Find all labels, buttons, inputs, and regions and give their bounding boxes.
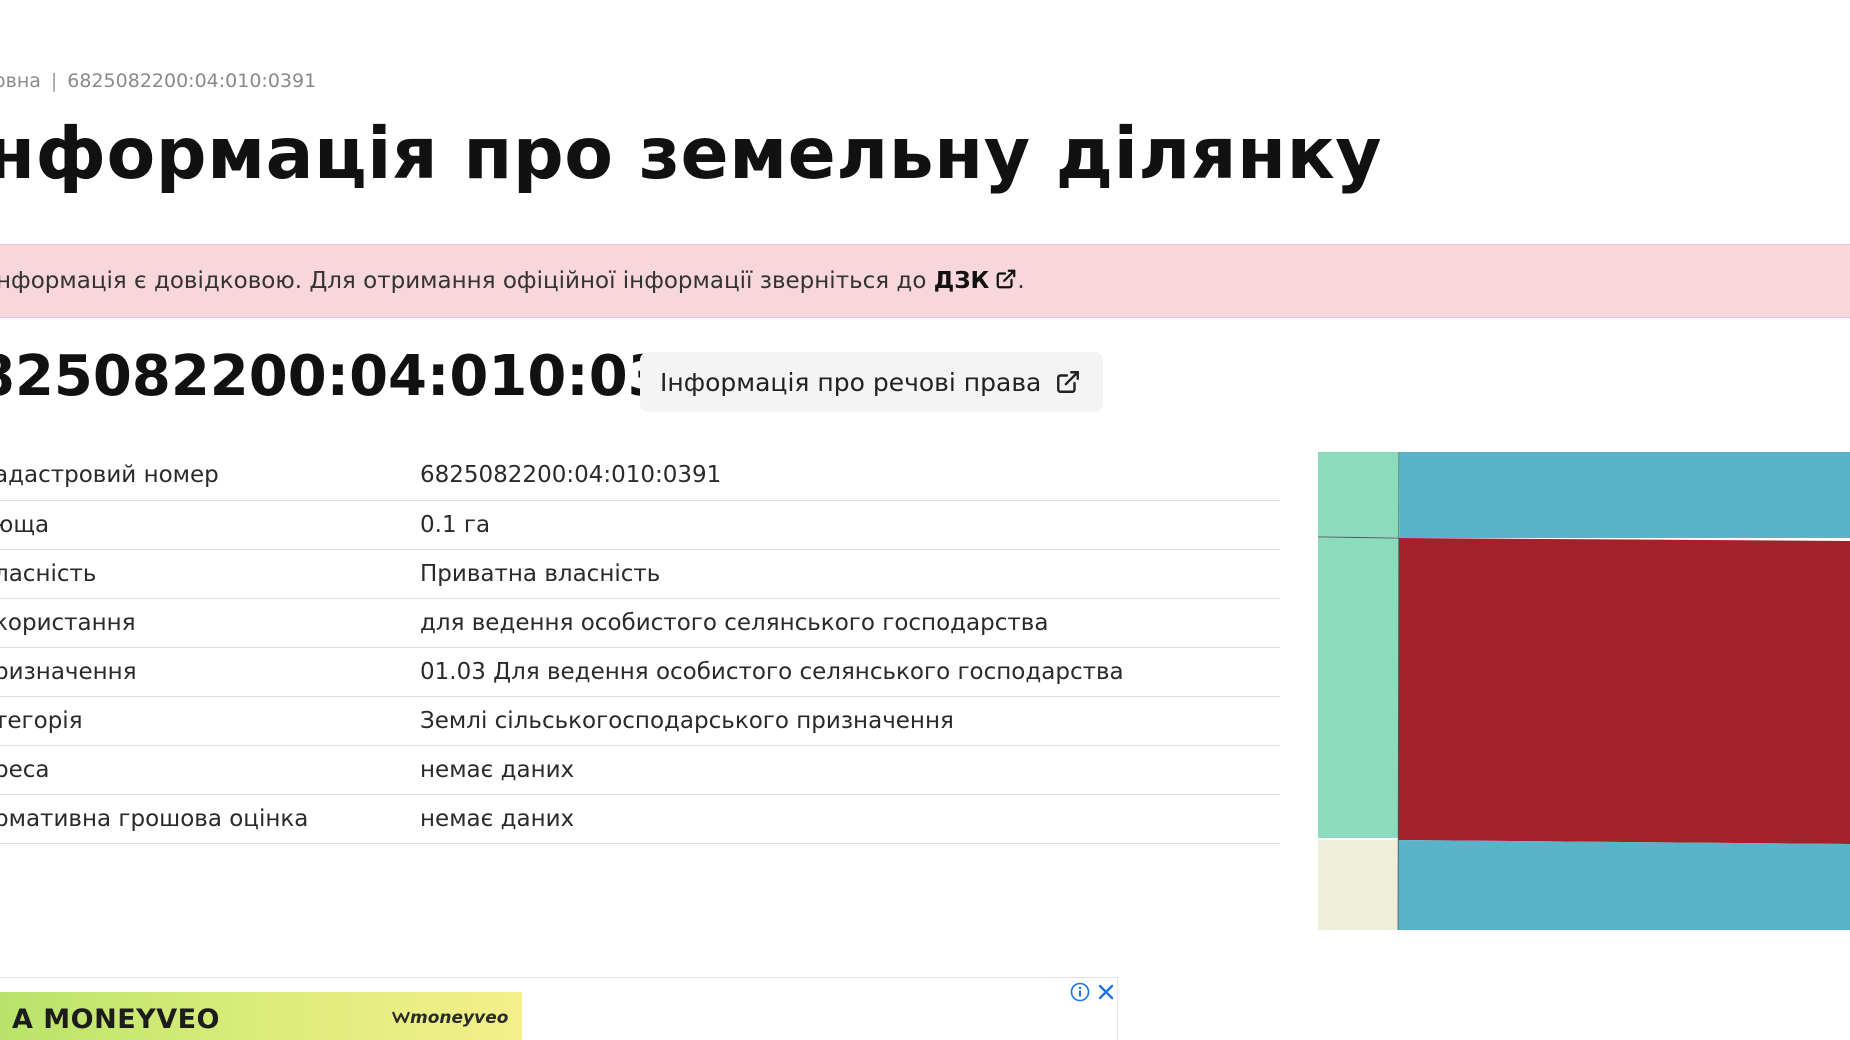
info-label: юща — [0, 511, 50, 538]
info-value: 01.03 Для ведення особистого селянського… — [420, 658, 1124, 685]
ad-logo: moneyveo — [391, 1008, 509, 1028]
dzk-link-label: ДЗК — [933, 268, 990, 294]
info-value: для ведення особистого селянського госпо… — [420, 609, 1049, 636]
table-row: юща 0.1 га — [0, 500, 1280, 549]
info-label: користання — [0, 609, 136, 636]
table-row: користання для ведення особистого селянсь… — [0, 598, 1280, 647]
table-row: тегорія Землі сільськогосподарського приз… — [0, 696, 1280, 745]
property-rights-button-label: Інформація про речові права — [660, 367, 1042, 397]
info-icon[interactable] — [1070, 982, 1090, 1002]
table-row: реса немає даних — [0, 745, 1280, 794]
info-value: Землі сільськогосподарського призначення — [420, 707, 954, 734]
info-label: тегорія — [0, 707, 83, 734]
table-row: ризначення 01.03 Для ведення особистого с… — [0, 647, 1280, 696]
parcel-info-table: адастровий номер 6825082200:04:010:0391 ющ… — [0, 451, 1280, 844]
breadcrumb: овна | 6825082200:04:010:0391 — [0, 70, 316, 92]
info-value: 6825082200:04:010:0391 — [420, 462, 722, 489]
table-row: ласність Приватна власність — [0, 549, 1280, 598]
external-link-icon — [1057, 371, 1080, 393]
table-row: рмативна грошова оцінка немає даних — [0, 794, 1280, 843]
ad-banner[interactable]: А MONEYVEO moneyveo — [0, 977, 1118, 1040]
page-title: нформація про земельну ділянку — [0, 112, 1383, 195]
info-label: ризначення — [0, 658, 137, 685]
map-neighbor-parcel[interactable] — [1400, 452, 1850, 538]
map-selected-parcel[interactable] — [1398, 538, 1850, 844]
info-value: 0.1 га — [420, 511, 491, 538]
info-label-cell: реса — [0, 745, 420, 794]
notice-banner: нформація є довідковою. Для отримання оф… — [0, 244, 1850, 318]
info-label-cell: ласність — [0, 549, 420, 598]
map-neighbor-parcel[interactable] — [1318, 538, 1399, 838]
info-label: рмативна грошова оцінка — [0, 805, 309, 832]
info-value: немає даних — [420, 805, 575, 832]
map-neighbor-parcel[interactable] — [1318, 840, 1398, 930]
notice-suffix: . — [1017, 268, 1025, 294]
table-row: адастровий номер 6825082200:04:010:0391 — [0, 451, 1280, 500]
info-label: реса — [0, 756, 50, 783]
breadcrumb-separator: | — [50, 70, 58, 92]
info-label-cell: адастровий номер — [0, 451, 420, 500]
parcel-map[interactable] — [1318, 452, 1850, 930]
notice-text: нформація є довідковою. Для отримання оф… — [0, 268, 1025, 294]
cadastral-number-heading: 825082200:04:010:0391 — [0, 344, 745, 409]
close-icon[interactable] — [1096, 982, 1116, 1002]
info-label: ласність — [0, 560, 97, 587]
ad-headline: А MONEYVEO — [12, 1004, 221, 1035]
info-label: адастровий номер — [0, 462, 219, 489]
info-label-cell: користання — [0, 598, 420, 647]
map-boundary-line — [1318, 536, 1401, 539]
info-label-cell: рмативна грошова оцінка — [0, 794, 420, 843]
page: овна | 6825082200:04:010:0391 нформація пр… — [0, 0, 1850, 1040]
info-label-cell: юща — [0, 500, 420, 549]
breadcrumb-current: 6825082200:04:010:0391 — [67, 70, 317, 92]
parcel-map-canvas — [1318, 452, 1850, 930]
map-neighbor-parcel[interactable] — [1318, 452, 1400, 537]
info-label-cell: ризначення — [0, 647, 420, 696]
map-neighbor-parcel[interactable] — [1398, 840, 1850, 930]
ad-image[interactable]: А MONEYVEO moneyveo — [0, 992, 522, 1040]
info-value: Приватна власність — [420, 560, 661, 587]
breadcrumb-home[interactable]: овна — [0, 70, 41, 92]
external-link-icon — [997, 269, 1016, 289]
property-rights-button[interactable]: Інформація про речові права — [640, 352, 1104, 412]
info-value: немає даних — [420, 756, 575, 783]
moneyveo-logo-icon — [391, 1011, 411, 1024]
notice-message: нформація є довідковою. Для отримання оф… — [0, 268, 934, 294]
ad-logo-text: moneyveo — [410, 1008, 509, 1028]
info-label-cell: тегорія — [0, 696, 420, 745]
dzk-link[interactable]: ДЗК — [934, 268, 1018, 294]
